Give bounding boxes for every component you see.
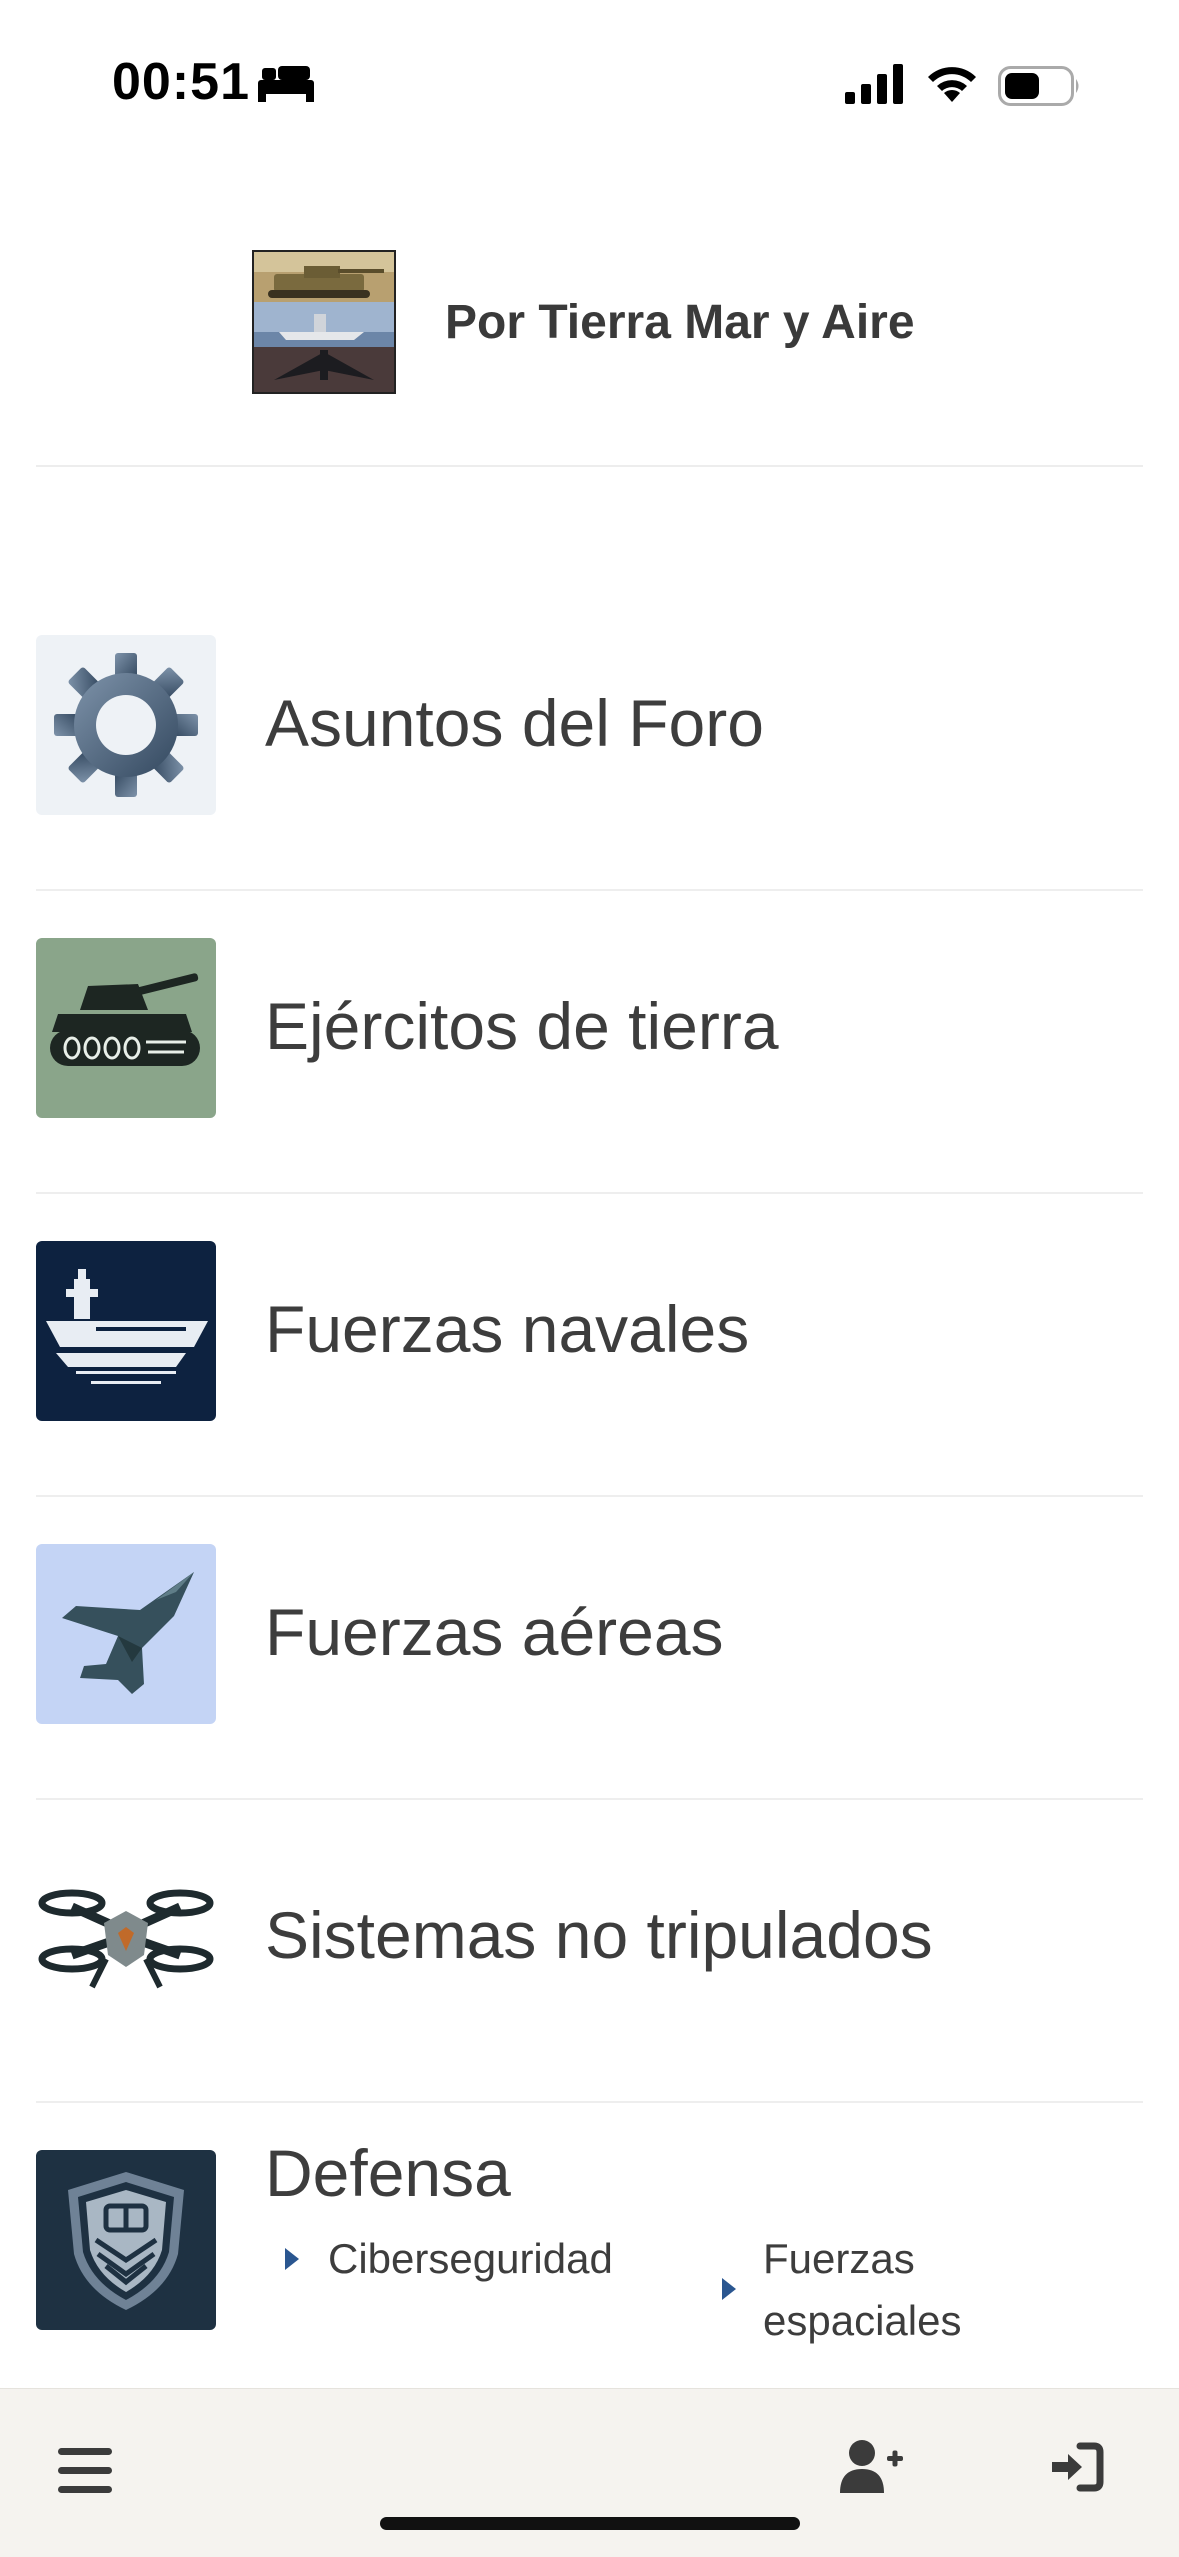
forum-row-asuntos-del-foro[interactable]: Asuntos del Foro [0, 605, 1179, 908]
caret-right-icon [285, 2248, 299, 2270]
row-divider [36, 889, 1143, 891]
add-user-icon[interactable] [840, 2439, 904, 2495]
home-indicator [380, 2517, 800, 2530]
forum-title[interactable]: Defensa [265, 2135, 511, 2211]
forum-title[interactable]: Sistemas no tripulados [265, 1897, 933, 1973]
forum-title[interactable]: Asuntos del Foro [265, 685, 764, 761]
login-icon[interactable] [1050, 2442, 1104, 2492]
caret-right-icon [722, 2278, 736, 2300]
gear-icon [36, 635, 216, 815]
forum-row-ejercitos-de-tierra[interactable]: Ejércitos de tierra [0, 908, 1179, 1211]
header-divider [36, 465, 1143, 467]
forum-header: Por Tierra Mar y Aire [0, 175, 1179, 467]
bottom-navigation [0, 2388, 1179, 2557]
battery-icon [998, 66, 1079, 106]
tank-icon [36, 938, 216, 1118]
forum-row-fuerzas-aereas[interactable]: Fuerzas aéreas [0, 1514, 1179, 1817]
row-divider [36, 1192, 1143, 1194]
row-divider [36, 2101, 1143, 2103]
status-time: 00:51 [112, 53, 250, 111]
forum-title[interactable]: Fuerzas aéreas [265, 1594, 724, 1670]
subforum-link-ciberseguridad[interactable]: Ciberseguridad [328, 2228, 613, 2290]
shield-icon [36, 2150, 216, 2330]
forum-title[interactable]: Ejércitos de tierra [265, 988, 779, 1064]
menu-icon[interactable] [58, 2446, 114, 2496]
wifi-icon [928, 67, 976, 102]
drone-icon [36, 1847, 216, 2027]
aircraft-carrier-icon [36, 1241, 216, 1421]
forum-row-sistemas-no-tripulados[interactable]: Sistemas no tripulados [0, 1817, 1179, 2120]
cellular-signal-icon [845, 64, 903, 104]
row-divider [36, 1798, 1143, 1800]
site-logo[interactable] [252, 250, 396, 394]
site-title[interactable]: Por Tierra Mar y Aire [445, 295, 915, 350]
forum-row-fuerzas-navales[interactable]: Fuerzas navales [0, 1211, 1179, 1514]
forum-row-defensa[interactable]: Defensa Ciberseguridad Fuerzas espaciale… [0, 2120, 1179, 2390]
bed-icon [258, 66, 314, 102]
status-bar: 00:51 [0, 0, 1179, 175]
forum-title[interactable]: Fuerzas navales [265, 1291, 749, 1367]
subforum-link-fuerzas-espaciales[interactable]: Fuerzas espaciales [763, 2228, 983, 2352]
jet-fighter-icon [36, 1544, 216, 1724]
row-divider [36, 1495, 1143, 1497]
